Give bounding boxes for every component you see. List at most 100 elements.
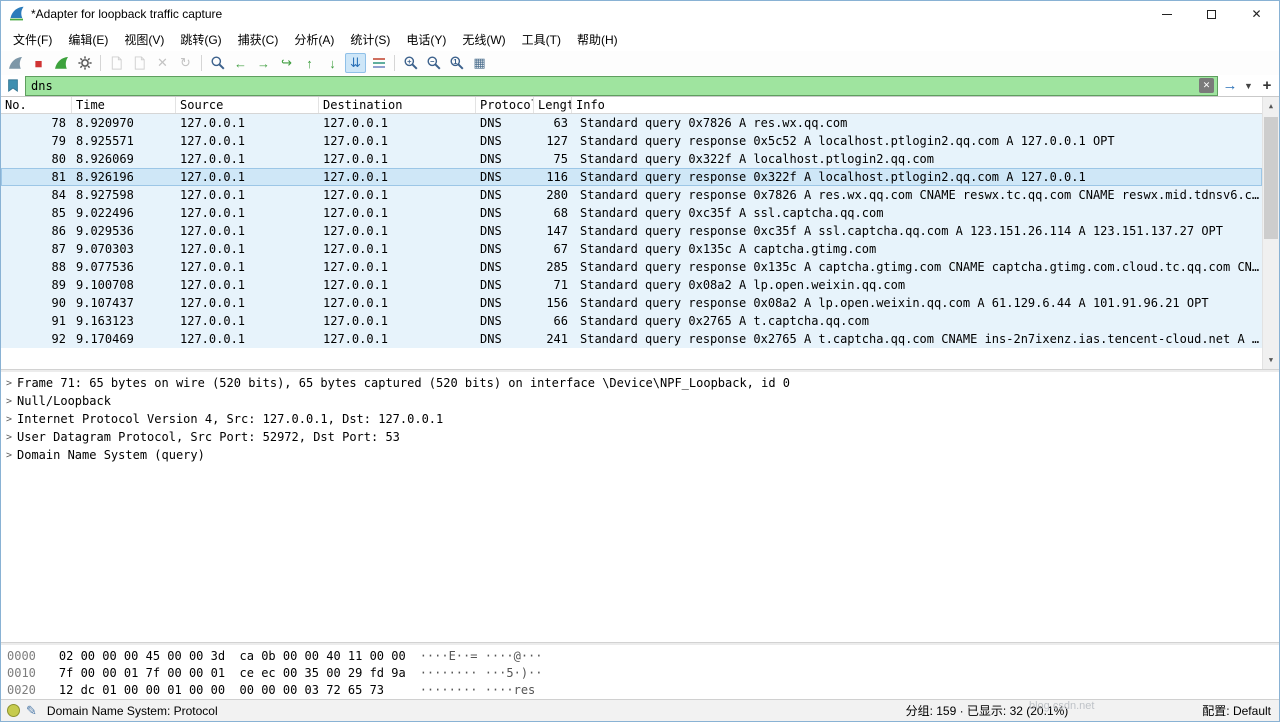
detail-row[interactable]: >Null/Loopback xyxy=(1,392,1279,410)
save-file-button[interactable] xyxy=(129,53,150,73)
scroll-thumb[interactable] xyxy=(1264,117,1278,239)
packet-row[interactable]: 909.107437127.0.0.1127.0.0.1DNS156Standa… xyxy=(1,294,1262,312)
packet-row[interactable]: 859.022496127.0.0.1127.0.0.1DNS68Standar… xyxy=(1,204,1262,222)
cell-time: 9.170469 xyxy=(72,330,176,348)
cell-protocol: DNS xyxy=(476,330,534,348)
packet-row[interactable]: 788.920970127.0.0.1127.0.0.1DNS63Standar… xyxy=(1,114,1262,132)
packet-list-scrollbar[interactable]: ▲ ▼ xyxy=(1262,97,1279,369)
menu-item[interactable]: 编辑(E) xyxy=(60,28,116,51)
resize-columns-button[interactable]: ▦ xyxy=(469,53,490,73)
cell-no: 86 xyxy=(1,222,72,240)
cell-protocol: DNS xyxy=(476,258,534,276)
toolbar-separator xyxy=(394,55,395,71)
cell-destination: 127.0.0.1 xyxy=(319,222,476,240)
scroll-down-icon[interactable]: ▼ xyxy=(1263,352,1279,368)
detail-row[interactable]: >User Datagram Protocol, Src Port: 52972… xyxy=(1,428,1279,446)
hex-row[interactable]: 002012 dc 01 00 00 01 00 00 00 00 00 03 … xyxy=(7,681,1279,698)
detail-row[interactable]: >Frame 71: 65 bytes on wire (520 bits), … xyxy=(1,374,1279,392)
column-header-time[interactable]: Time xyxy=(72,97,176,113)
cell-protocol: DNS xyxy=(476,312,534,330)
zoom-in-button[interactable]: + xyxy=(400,53,421,73)
menu-item[interactable]: 文件(F) xyxy=(5,28,60,51)
cell-time: 9.070303 xyxy=(72,240,176,258)
column-header-length[interactable]: Length xyxy=(534,97,572,113)
detail-row[interactable]: >Domain Name System (query) xyxy=(1,446,1279,464)
capture-comment-icon[interactable]: ✎ xyxy=(26,703,37,719)
zoom-out-button[interactable]: − xyxy=(423,53,444,73)
stop-capture-button[interactable]: ■ xyxy=(28,53,49,73)
expand-chevron-icon[interactable]: > xyxy=(1,450,17,461)
packet-row[interactable]: 929.170469127.0.0.1127.0.0.1DNS241Standa… xyxy=(1,330,1262,348)
hex-row[interactable]: 000002 00 00 00 45 00 00 3d ca 0b 00 00 … xyxy=(7,647,1279,664)
display-filter-input[interactable]: dns ✕ xyxy=(25,76,1218,96)
packet-row[interactable]: 798.925571127.0.0.1127.0.0.1DNS127Standa… xyxy=(1,132,1262,150)
detail-row[interactable]: >Internet Protocol Version 4, Src: 127.0… xyxy=(1,410,1279,428)
go-forward-button[interactable]: → xyxy=(253,53,274,73)
cell-info: Standard query 0xc35f A ssl.captcha.qq.c… xyxy=(572,204,1262,222)
cell-destination: 127.0.0.1 xyxy=(319,294,476,312)
filter-dropdown-icon[interactable]: ▼ xyxy=(1242,76,1255,96)
column-header-protocol[interactable]: Protocol xyxy=(476,97,534,113)
packet-row[interactable]: 919.163123127.0.0.1127.0.0.1DNS66Standar… xyxy=(1,312,1262,330)
cell-info: Standard query 0x2765 A t.captcha.qq.com xyxy=(572,312,1262,330)
cell-length: 241 xyxy=(534,330,572,348)
scroll-up-icon[interactable]: ▲ xyxy=(1263,98,1279,114)
auto-scroll-button[interactable]: ⇊ xyxy=(345,53,366,73)
menu-item[interactable]: 视图(V) xyxy=(116,28,172,51)
cell-time: 9.077536 xyxy=(72,258,176,276)
close-file-button[interactable]: ✕ xyxy=(152,53,173,73)
find-packet-button[interactable] xyxy=(207,53,228,73)
menu-item[interactable]: 捕获(C) xyxy=(230,28,287,51)
menu-item[interactable]: 分析(A) xyxy=(286,28,342,51)
column-header-source[interactable]: Source xyxy=(176,97,319,113)
menu-item[interactable]: 跳转(G) xyxy=(172,28,229,51)
cell-length: 285 xyxy=(534,258,572,276)
menu-item[interactable]: 电话(Y) xyxy=(398,28,454,51)
start-capture-button[interactable] xyxy=(5,53,26,73)
filter-bookmark-icon[interactable] xyxy=(3,76,23,96)
menu-item[interactable]: 统计(S) xyxy=(342,28,398,51)
packet-row[interactable]: 879.070303127.0.0.1127.0.0.1DNS67Standar… xyxy=(1,240,1262,258)
filter-bar: dns ✕ → ▼ + xyxy=(1,75,1279,97)
go-first-packet-button[interactable]: ↑ xyxy=(299,53,320,73)
zoom-reset-button[interactable]: 1 xyxy=(446,53,467,73)
open-file-button[interactable] xyxy=(106,53,127,73)
maximize-button[interactable] xyxy=(1189,1,1234,27)
cell-protocol: DNS xyxy=(476,168,534,186)
filter-add-button[interactable]: + xyxy=(1257,76,1277,96)
column-header-destination[interactable]: Destination xyxy=(319,97,476,113)
go-last-packet-button[interactable]: ↓ xyxy=(322,53,343,73)
capture-options-button[interactable] xyxy=(74,53,95,73)
filter-apply-button[interactable]: → xyxy=(1220,76,1240,96)
packet-row[interactable]: 848.927598127.0.0.1127.0.0.1DNS280Standa… xyxy=(1,186,1262,204)
expand-chevron-icon[interactable]: > xyxy=(1,414,17,425)
packet-row[interactable]: 808.926069127.0.0.1127.0.0.1DNS75Standar… xyxy=(1,150,1262,168)
detail-text: Internet Protocol Version 4, Src: 127.0.… xyxy=(17,412,443,426)
go-back-button[interactable]: ← xyxy=(230,53,251,73)
close-button[interactable]: ✕ xyxy=(1234,1,1279,27)
packet-row[interactable]: 899.100708127.0.0.1127.0.0.1DNS71Standar… xyxy=(1,276,1262,294)
column-header-info[interactable]: Info xyxy=(572,97,1262,113)
toolbar-separator xyxy=(100,55,101,71)
filter-clear-icon[interactable]: ✕ xyxy=(1199,78,1214,93)
go-to-packet-button[interactable]: ↪ xyxy=(276,53,297,73)
colorize-button[interactable] xyxy=(368,53,389,73)
cell-no: 84 xyxy=(1,186,72,204)
menu-item[interactable]: 工具(T) xyxy=(514,28,569,51)
hex-row[interactable]: 00107f 00 00 01 7f 00 00 01 ce ec 00 35 … xyxy=(7,664,1279,681)
reload-file-button[interactable]: ↻ xyxy=(175,53,196,73)
expand-chevron-icon[interactable]: > xyxy=(1,432,17,443)
column-header-no[interactable]: No. xyxy=(1,97,72,113)
minimize-button[interactable] xyxy=(1144,1,1189,27)
menu-item[interactable]: 无线(W) xyxy=(454,28,513,51)
menu-item[interactable]: 帮助(H) xyxy=(569,28,626,51)
restart-capture-button[interactable] xyxy=(51,53,72,73)
expand-chevron-icon[interactable]: > xyxy=(1,396,17,407)
expand-chevron-icon[interactable]: > xyxy=(1,378,17,389)
packet-row[interactable]: 889.077536127.0.0.1127.0.0.1DNS285Standa… xyxy=(1,258,1262,276)
packet-list-pane: No.TimeSourceDestinationProtocolLengthIn… xyxy=(1,97,1279,369)
packet-row[interactable]: 818.926196127.0.0.1127.0.0.1DNS116Standa… xyxy=(1,168,1262,186)
status-profile[interactable]: 配置: Default xyxy=(1202,702,1271,719)
expert-info-icon[interactable] xyxy=(7,704,20,717)
packet-row[interactable]: 869.029536127.0.0.1127.0.0.1DNS147Standa… xyxy=(1,222,1262,240)
